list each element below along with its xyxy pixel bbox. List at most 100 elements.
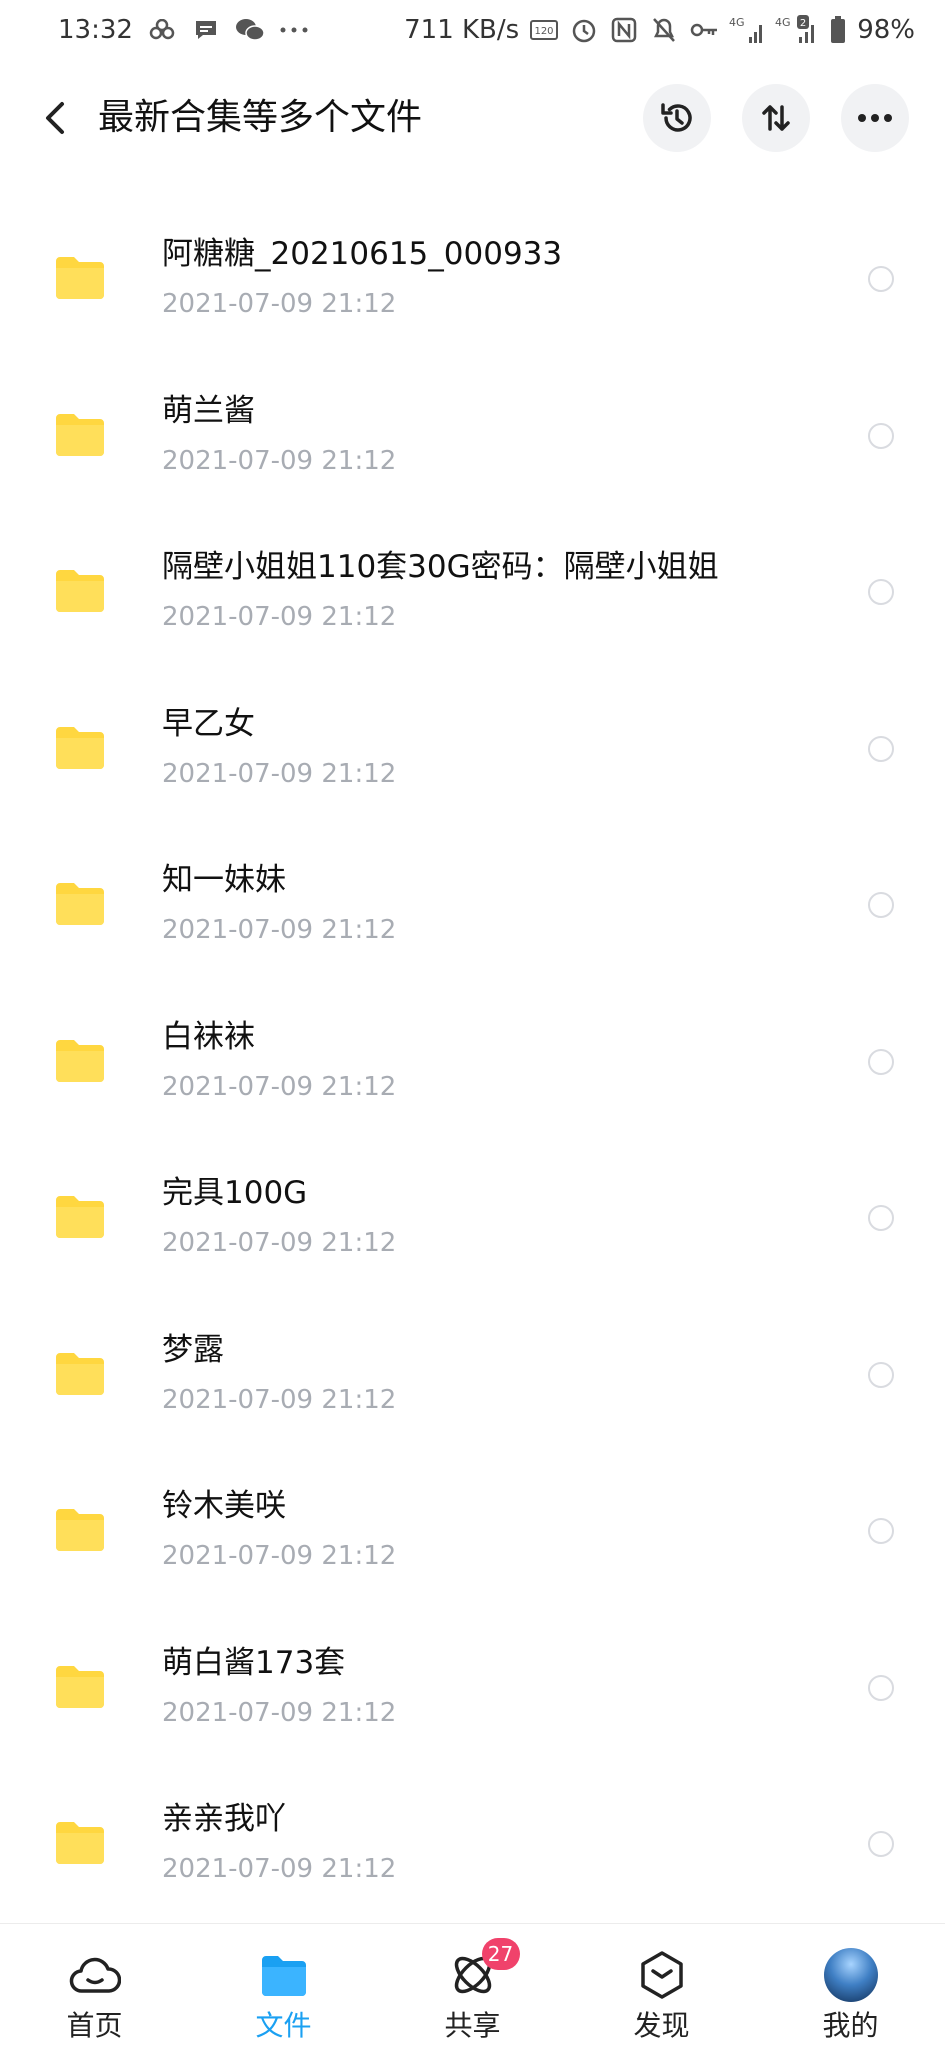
nav-label-mine: 我的 — [822, 2009, 879, 2042]
nav-item-share[interactable]: 27 共享 — [378, 1924, 567, 2048]
nav-label-share: 共享 — [444, 2009, 501, 2042]
file-list: 阿糖糖_20210615_000933 2021-07-09 21:12 萌兰酱… — [0, 200, 945, 1922]
cloud-icon — [68, 1948, 122, 2002]
battery-level: 98% — [857, 15, 915, 45]
sort-button[interactable] — [742, 84, 810, 152]
file-date: 2021-07-09 21:12 — [162, 445, 397, 476]
more-dots-icon — [279, 15, 309, 45]
page-title: 最新合集等多个文件 — [98, 97, 423, 138]
file-name: 萌白酱173套 — [162, 1644, 346, 1681]
nav-label-files: 文件 — [255, 2009, 312, 2042]
file-name: 萌兰酱 — [162, 392, 255, 429]
history-button[interactable] — [643, 84, 711, 152]
file-name: 隔壁小姐姐110套30G密码：隔壁小姐姐 — [162, 549, 719, 585]
status-time: 13:32 — [58, 15, 133, 45]
file-date: 2021-07-09 21:12 — [162, 1541, 397, 1571]
file-row[interactable]: 亲亲我吖 2021-07-09 21:12 — [0, 1765, 945, 1922]
folder-icon — [56, 570, 104, 612]
files-icon — [257, 1948, 311, 2002]
sim2-badge: 2 — [800, 18, 806, 29]
file-row[interactable]: 阿糖糖_20210615_000933 2021-07-09 21:12 — [0, 200, 945, 357]
more-button[interactable] — [841, 84, 909, 152]
select-radio[interactable] — [868, 1361, 894, 1388]
app-header: 最新合集等多个文件 — [0, 78, 945, 158]
select-radio[interactable] — [868, 1205, 894, 1231]
avatar — [823, 1948, 878, 2002]
signal-icon: 4G 2 — [775, 15, 819, 45]
file-date: 2021-07-09 21:12 — [162, 915, 397, 945]
file-date: 2021-07-09 21:12 — [162, 1384, 397, 1415]
file-row[interactable]: 早乙女 2021-07-09 21:12 — [0, 670, 945, 827]
file-name: 早乙女 — [162, 705, 255, 742]
signal-icon: 4G — [729, 15, 765, 45]
file-name: 梦露 — [162, 1331, 224, 1368]
file-row[interactable]: 完具100G 2021-07-09 21:12 — [0, 1139, 945, 1296]
nav-label-home: 首页 — [66, 2009, 123, 2042]
file-row[interactable]: 白袜袜 2021-07-09 21:12 — [0, 983, 945, 1140]
signal2-label: 4G — [775, 16, 791, 29]
folder-icon — [56, 883, 104, 925]
folder-icon — [56, 1822, 104, 1864]
file-name: 阿糖糖_20210615_000933 — [162, 236, 563, 272]
select-radio[interactable] — [868, 1048, 894, 1075]
avatar-image — [823, 1948, 878, 2002]
battery-icon — [829, 15, 847, 45]
mute-icon — [649, 15, 679, 45]
svg-text:120: 120 — [535, 26, 554, 37]
select-radio[interactable] — [868, 892, 894, 918]
file-row[interactable]: 梦露 2021-07-09 21:12 — [0, 1296, 945, 1453]
select-radio[interactable] — [868, 1674, 894, 1701]
file-row[interactable]: 铃木美咲 2021-07-09 21:12 — [0, 1452, 945, 1609]
nav-item-discover[interactable]: 发现 — [567, 1924, 756, 2048]
file-date: 2021-07-09 21:12 — [162, 1228, 397, 1258]
nav-item-mine[interactable]: 我的 — [756, 1924, 945, 2048]
chevron-left-icon — [46, 102, 64, 134]
nav-item-files[interactable]: 文件 — [189, 1924, 378, 2048]
select-radio[interactable] — [868, 422, 894, 449]
cluster-icon — [147, 15, 177, 45]
file-date: 2021-07-09 21:12 — [162, 758, 397, 789]
file-row[interactable]: 隔壁小姐姐110套30G密码：隔壁小姐姐 2021-07-09 21:12 — [0, 513, 945, 670]
file-date: 2021-07-09 21:12 — [162, 1697, 397, 1728]
select-radio[interactable] — [868, 735, 894, 762]
hz-icon: 120 — [529, 15, 559, 45]
nav-label-discover: 发现 — [633, 2009, 690, 2042]
file-name: 知一妹妹 — [162, 862, 286, 898]
file-row[interactable]: 萌白酱173套 2021-07-09 21:12 — [0, 1609, 945, 1766]
folder-icon — [56, 1665, 104, 1708]
folder-icon — [56, 726, 104, 769]
select-radio[interactable] — [868, 1518, 894, 1544]
more-icon — [858, 114, 892, 122]
folder-icon — [56, 257, 104, 299]
folder-icon — [56, 1039, 104, 1082]
wechat-icon — [235, 15, 265, 45]
share-orbit-icon: 27 — [446, 1938, 520, 2002]
file-row[interactable]: 知一妹妹 2021-07-09 21:12 — [0, 826, 945, 983]
nav-item-home[interactable]: 首页 — [0, 1924, 189, 2048]
folder-icon — [56, 413, 104, 456]
discover-icon — [635, 1948, 689, 2002]
select-radio[interactable] — [868, 1831, 894, 1857]
folder-icon — [56, 1196, 104, 1238]
file-name: 铃木美咲 — [162, 1488, 286, 1524]
file-date: 2021-07-09 21:12 — [162, 1854, 397, 1884]
signal1-label: 4G — [729, 16, 745, 29]
file-name: 亲亲我吖 — [162, 1801, 286, 1837]
key-icon — [689, 15, 719, 45]
file-date: 2021-07-09 21:12 — [162, 289, 397, 319]
folder-icon — [56, 1352, 104, 1395]
bottom-nav: 首页 文件 27 共享 发现 我的 — [0, 1923, 945, 2048]
select-radio[interactable] — [868, 579, 894, 605]
message-icon — [191, 15, 221, 45]
nfc-icon — [609, 15, 639, 45]
status-bar: 13:32 711 KB/s 120 4G 4G 2 98% — [0, 0, 945, 60]
network-speed: 711 KB/s — [404, 15, 520, 45]
select-radio[interactable] — [868, 266, 894, 292]
sort-icon — [762, 105, 790, 131]
folder-icon — [56, 1509, 104, 1551]
alarm-icon — [569, 15, 599, 45]
file-row[interactable]: 萌兰酱 2021-07-09 21:12 — [0, 357, 945, 514]
file-name: 完具100G — [162, 1175, 308, 1211]
back-button[interactable] — [30, 92, 80, 144]
history-icon — [661, 103, 692, 132]
